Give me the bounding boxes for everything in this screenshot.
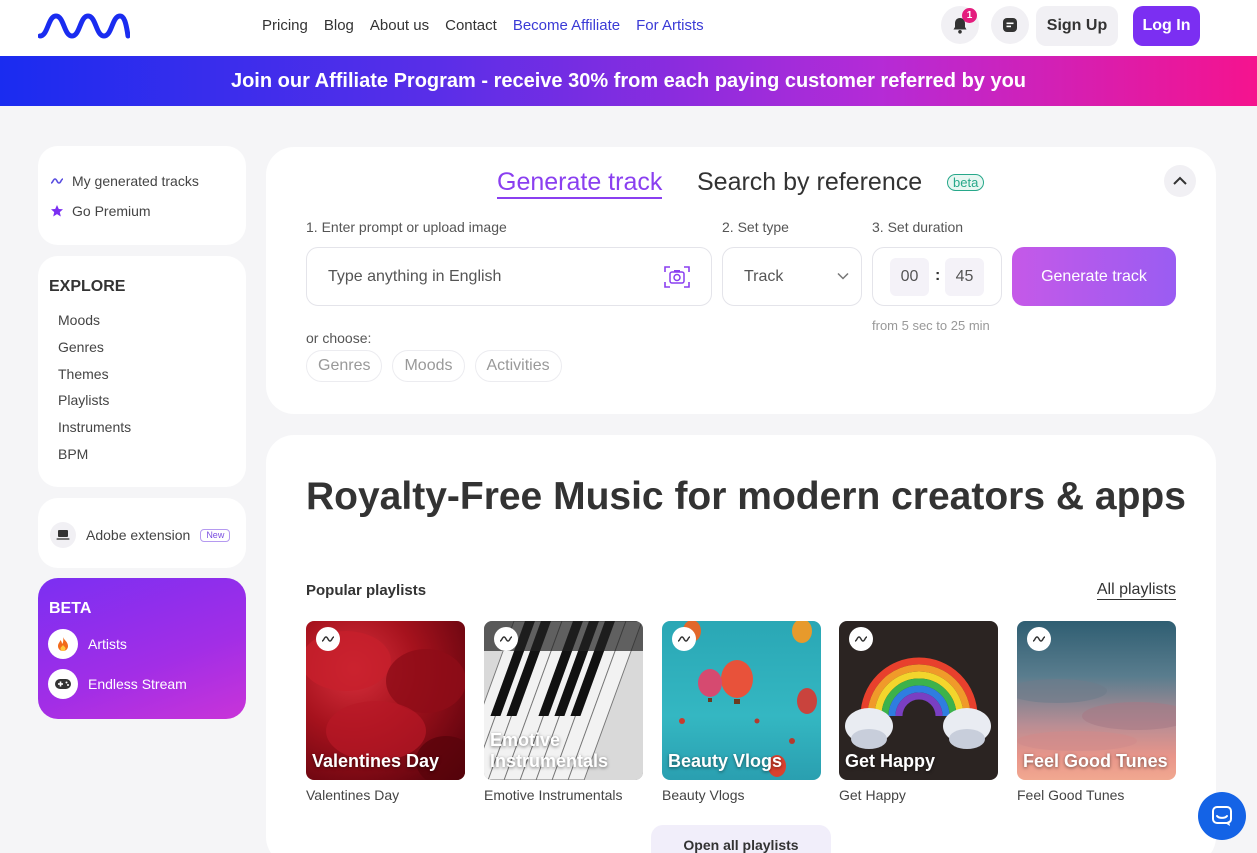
wave-icon (50, 178, 64, 184)
beta-heading: BETA (49, 600, 92, 617)
playlist-tile-title: Valentines Day (312, 751, 440, 771)
logo[interactable] (38, 12, 130, 40)
generate-track-button[interactable]: Generate track (1012, 247, 1176, 306)
explore-item-playlists[interactable]: Playlists (58, 391, 131, 418)
page-title: Royalty-Free Music for modern creators &… (306, 475, 1186, 518)
chip-genres[interactable]: Genres (306, 350, 383, 382)
main-content: Royalty-Free Music for modern creators &… (266, 435, 1216, 853)
wave-icon (494, 627, 518, 651)
playlist-caption[interactable]: Valentines Day (306, 787, 399, 803)
duration-input: 00 : 45 (872, 247, 1002, 306)
sidebar-item-my-tracks[interactable]: My generated tracks (50, 173, 199, 189)
sidebar-item-label: My generated tracks (72, 173, 199, 189)
playlist-caption[interactable]: Get Happy (839, 787, 906, 803)
sign-up-button[interactable]: Sign Up (1036, 6, 1118, 46)
step2-label: 2. Set type (722, 219, 789, 235)
prompt-placeholder: Type anything in English (328, 267, 502, 285)
playlist-caption[interactable]: Beauty Vlogs (662, 787, 745, 803)
category-chips: Genres Moods Activities (306, 350, 562, 382)
track-generator-panel: Generate track Search by reference beta … (266, 147, 1216, 414)
gamepad-icon (48, 669, 78, 699)
step1-label: 1. Enter prompt or upload image (306, 219, 507, 235)
duration-seconds[interactable]: 45 (945, 258, 984, 296)
explore-list: Moods Genres Themes Playlists Instrument… (58, 311, 131, 472)
explore-item-genres[interactable]: Genres (58, 338, 131, 365)
sidebar-item-go-premium[interactable]: Go Premium (50, 203, 151, 219)
playlist-tile-title: Feel Good Tunes (1023, 751, 1168, 771)
affiliate-banner-text: Join our Affiliate Program - receive 30%… (230, 69, 1027, 92)
collapse-button[interactable] (1164, 165, 1196, 197)
sidebar-item-endless-stream[interactable]: Endless Stream (48, 669, 187, 699)
beta-tag: beta (947, 174, 985, 191)
playlist-caption[interactable]: Feel Good Tunes (1017, 787, 1124, 803)
wave-icon (316, 627, 340, 651)
all-playlists-link[interactable]: All playlists (1096, 581, 1176, 600)
chat-bubble-icon (1212, 806, 1232, 826)
new-tag: New (200, 528, 231, 542)
prompt-input[interactable]: Type anything in English (306, 247, 712, 306)
notifications-button[interactable]: 1 (941, 6, 979, 44)
playlist-tile-feel-good-tunes[interactable]: Feel Good Tunes (1017, 621, 1176, 780)
wave-icon (849, 627, 873, 651)
support-chat-button[interactable] (1198, 792, 1246, 840)
wave-icon (672, 627, 696, 651)
laptop-icon (50, 522, 76, 548)
playlist-tile-title: Beauty Vlogs (668, 751, 783, 771)
duration-hint: from 5 sec to 25 min (872, 318, 990, 333)
tab-generate-track[interactable]: Generate track (497, 167, 663, 199)
sidebar-item-label: Go Premium (72, 203, 151, 219)
sidebar-account-card: My generated tracks Go Premium (38, 146, 246, 245)
beta-item-label: Artists (88, 636, 127, 652)
sidebar-explore-card: EXPLORE Moods Genres Themes Playlists In… (38, 256, 246, 487)
sidebar-extension-card: Adobe extension New (38, 498, 246, 568)
playlist-tile-beauty-vlogs[interactable]: Beauty Vlogs (662, 621, 821, 780)
notification-badge: 1 (962, 8, 977, 23)
messages-button[interactable] (991, 6, 1029, 44)
beta-item-label: Endless Stream (88, 676, 187, 692)
type-value: Track (744, 267, 784, 285)
playlist-tile-emotive-instrumentals[interactable]: Emotive Instrumentals (484, 621, 643, 780)
nav-for-artists[interactable]: For Artists (636, 17, 704, 34)
nav-pricing[interactable]: Pricing (262, 17, 308, 34)
chevron-down-icon (837, 272, 849, 280)
nav-about[interactable]: About us (370, 17, 429, 34)
explore-item-instruments[interactable]: Instruments (58, 418, 131, 445)
sidebar-beta-card: BETA Artists Endless Stream (38, 578, 246, 719)
nav-blog[interactable]: Blog (324, 17, 354, 34)
type-select[interactable]: Track (722, 247, 862, 306)
chip-activities[interactable]: Activities (474, 350, 562, 382)
explore-item-themes[interactable]: Themes (58, 365, 131, 392)
popular-playlists-label: Popular playlists (306, 582, 427, 599)
main-nav: Pricing Blog About us Contact Become Aff… (262, 17, 704, 34)
top-header: Pricing Blog About us Contact Become Aff… (0, 0, 1257, 56)
chip-moods[interactable]: Moods (392, 350, 465, 382)
playlist-tile-valentines[interactable]: Valentines Day (306, 621, 465, 780)
affiliate-banner[interactable]: Join our Affiliate Program - receive 30%… (0, 56, 1257, 106)
explore-item-moods[interactable]: Moods (58, 311, 131, 338)
star-icon (51, 205, 63, 217)
duration-separator: : (935, 267, 941, 284)
step3-label: 3. Set duration (872, 219, 964, 235)
sidebar-item-label: Adobe extension (86, 527, 191, 543)
fire-icon (48, 629, 78, 659)
nav-become-affiliate[interactable]: Become Affiliate (513, 17, 620, 34)
playlist-caption[interactable]: Emotive Instrumentals (484, 787, 623, 803)
log-in-button[interactable]: Log In (1133, 6, 1200, 46)
chat-icon (1003, 18, 1017, 32)
open-all-playlists-button[interactable]: Open all playlists (651, 825, 831, 853)
tab-search-by-reference[interactable]: Search by reference (697, 167, 922, 197)
chevron-up-icon (1173, 176, 1187, 185)
playlist-tile-title: Get Happy (845, 751, 936, 771)
sidebar-item-adobe-extension[interactable]: Adobe extension New (50, 522, 231, 548)
playlist-tile-get-happy[interactable]: Get Happy (839, 621, 998, 780)
sidebar-item-artists[interactable]: Artists (48, 629, 127, 659)
wave-icon (1027, 627, 1051, 651)
explore-heading: EXPLORE (49, 278, 126, 295)
explore-item-bpm[interactable]: BPM (58, 445, 131, 472)
nav-contact[interactable]: Contact (445, 17, 497, 34)
camera-upload-icon[interactable] (663, 265, 691, 289)
playlist-tile-title: Emotive Instrumentals (490, 730, 609, 771)
or-choose-label: or choose: (306, 330, 372, 346)
duration-minutes[interactable]: 00 (890, 258, 929, 296)
